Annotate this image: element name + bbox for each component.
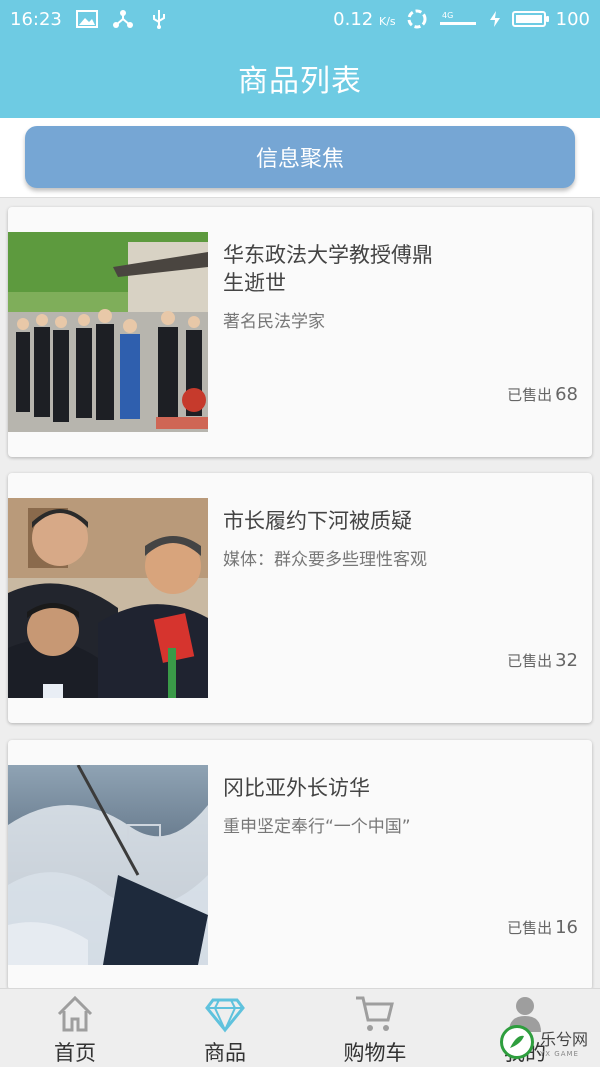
banner-area: 信息聚焦 xyxy=(0,118,600,198)
sold-label: 已售出 xyxy=(507,386,553,404)
status-time: 16:23 xyxy=(10,8,62,30)
watermark-logo-icon xyxy=(499,1025,534,1059)
usb-icon xyxy=(148,8,170,30)
sold-label: 已售出 xyxy=(507,652,553,670)
product-subtitle: 媒体：群众要多些理性客观 xyxy=(223,550,427,570)
product-subtitle: 著名民法学家 xyxy=(223,312,325,332)
share-icon xyxy=(112,8,134,30)
charging-icon xyxy=(488,8,502,30)
product-image xyxy=(8,232,208,432)
app-bar: 商品列表 xyxy=(0,38,600,118)
battery-icon xyxy=(511,11,549,27)
watermark: 乐兮网 YX GAME xyxy=(499,1025,588,1059)
watermark-text: 乐兮网 YX GAME xyxy=(540,1026,588,1058)
cart-icon xyxy=(353,993,397,1035)
sold-count: 68 xyxy=(555,384,578,405)
home-icon xyxy=(53,993,97,1035)
network-speed-unit: K/s xyxy=(378,14,396,28)
image-icon xyxy=(75,8,98,30)
signal-icon: 4G xyxy=(438,8,478,30)
product-image xyxy=(8,498,208,698)
sold-label: 已售出 xyxy=(507,919,553,937)
status-bar: 16:23 0.12 K/s 4G 100 xyxy=(0,0,600,38)
sold-info: 已售出 68 xyxy=(507,384,578,405)
product-title: 冈比亚外长访华 xyxy=(223,776,370,800)
product-card[interactable]: 华东政法大学教授傅鼎生逝世 著名民法学家 已售出 68 xyxy=(8,207,592,457)
sold-count: 16 xyxy=(555,917,578,938)
watermark-main: 乐兮网 xyxy=(539,1030,588,1049)
network-speed: 0.12 K/s xyxy=(333,9,395,30)
sold-info: 已售出 16 xyxy=(507,917,578,938)
page-title: 商品列表 xyxy=(238,64,362,99)
nav-products[interactable]: 商品 xyxy=(150,989,300,1067)
product-title: 华东政法大学教授傅鼎生逝世 xyxy=(223,243,433,295)
product-title: 市长履约下河被质疑 xyxy=(223,509,412,533)
nav-cart[interactable]: 购物车 xyxy=(300,989,450,1067)
diamond-icon xyxy=(203,993,247,1035)
sold-count: 32 xyxy=(555,650,578,671)
product-card[interactable]: 冈比亚外长访华 重申坚定奉行“一个中国” 已售出 16 xyxy=(8,740,592,988)
product-card[interactable]: 市长履约下河被质疑 媒体：群众要多些理性客观 已售出 32 xyxy=(8,473,592,723)
sold-info: 已售出 32 xyxy=(507,650,578,671)
nav-products-label: 商品 xyxy=(204,1041,246,1065)
info-focus-button[interactable]: 信息聚焦 xyxy=(25,126,575,188)
nav-home-label: 首页 xyxy=(54,1041,96,1065)
product-image xyxy=(8,765,208,965)
network-speed-value: 0.12 xyxy=(333,8,374,30)
product-list: 华东政法大学教授傅鼎生逝世 著名民法学家 已售出 68 市长履约下河被质疑 媒体… xyxy=(0,198,600,988)
watermark-sub: YX GAME xyxy=(539,1050,579,1058)
sync-icon xyxy=(406,8,428,30)
product-subtitle: 重申坚定奉行“一个中国” xyxy=(223,817,411,837)
battery-level: 100 xyxy=(555,8,590,30)
nav-cart-label: 购物车 xyxy=(343,1041,407,1065)
nav-home[interactable]: 首页 xyxy=(0,989,150,1067)
svg-text:4G: 4G xyxy=(442,11,453,20)
